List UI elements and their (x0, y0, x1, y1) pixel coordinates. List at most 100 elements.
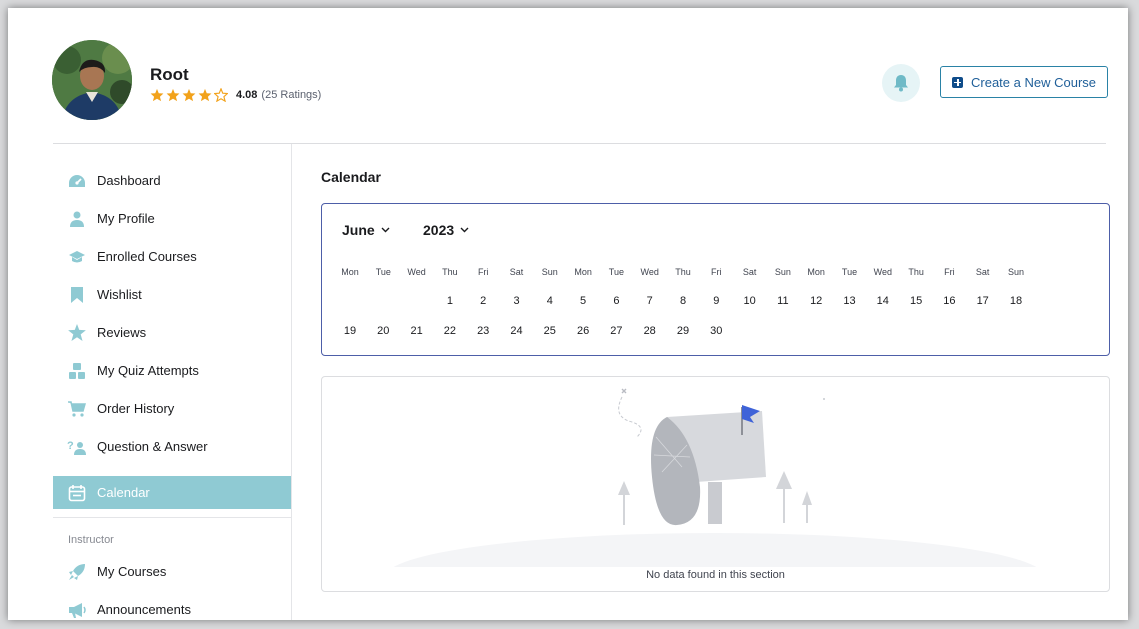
empty-state-message: No data found in this section (646, 569, 785, 581)
weekday-label: Mon (807, 267, 825, 277)
calendar-day[interactable]: 22 (435, 325, 465, 337)
plus-square-icon (952, 76, 963, 88)
calendar-day[interactable]: 9 (701, 295, 731, 307)
weekday-label: Sat (742, 267, 757, 277)
create-course-button[interactable]: Create a New Course (940, 66, 1108, 98)
weekday-label: Tue (375, 267, 391, 277)
calendar-day[interactable]: 10 (735, 295, 765, 307)
chevron-down-icon (381, 227, 390, 233)
page-title: Calendar (321, 169, 381, 185)
calendar-day[interactable]: 17 (968, 295, 998, 307)
calendar-day[interactable]: 20 (368, 325, 398, 337)
sidebar-item-enrolled-courses[interactable]: Enrolled Courses (53, 240, 291, 273)
calendar-day[interactable]: 12 (801, 295, 831, 307)
calendar-day[interactable]: 1 (435, 295, 465, 307)
sidebar: Dashboard My Profile Enrolled Courses Wi… (53, 144, 292, 620)
megaphone-icon (67, 600, 87, 620)
weekday-label: Thu (442, 267, 458, 277)
cart-icon (67, 399, 87, 419)
avatar[interactable] (52, 40, 132, 120)
calendar-day[interactable]: 14 (868, 295, 898, 307)
weekday-label: Sun (774, 267, 791, 277)
notification-button[interactable] (882, 64, 920, 102)
weekday-label: Fri (477, 267, 489, 277)
calendar-day[interactable]: 30 (701, 325, 731, 337)
calendar-widget: June 2023 Mon Tue Wed Thu Fri Sat Sun Mon Tue Wed… (321, 203, 1110, 356)
sidebar-item-dashboard[interactable]: Dashboard (53, 164, 291, 197)
calendar-day[interactable]: 24 (502, 325, 532, 337)
calendar-icon (67, 483, 87, 503)
calendar-day[interactable]: 23 (468, 325, 498, 337)
weekday-label: Sun (1007, 267, 1024, 277)
weekday-label: Mon (574, 267, 592, 277)
calendar-day[interactable]: 18 (1001, 295, 1031, 307)
sidebar-item-my-profile[interactable]: My Profile (53, 202, 291, 235)
weekday-label: Fri (711, 267, 722, 277)
star-filled-icon (150, 88, 164, 102)
weekday-label: Sat (975, 267, 990, 277)
sidebar-item-my-courses[interactable]: My Courses (53, 555, 291, 588)
sidebar-item-label: Order History (97, 401, 175, 416)
weekday-label: Wed (407, 267, 426, 277)
svg-text:?: ? (67, 440, 74, 452)
calendar-day[interactable]: 15 (901, 295, 931, 307)
empty-mailbox-illustration (393, 388, 1037, 567)
sidebar-item-label: Question & Answer (97, 439, 208, 454)
sidebar-item-reviews[interactable]: Reviews (53, 316, 291, 349)
calendar-day[interactable]: 6 (601, 295, 631, 307)
bookmark-icon (67, 285, 87, 305)
year-value: 2023 (423, 222, 455, 238)
sidebar-item-label: My Profile (97, 211, 155, 226)
sidebar-item-wishlist[interactable]: Wishlist (53, 278, 291, 311)
weekday-label: Tue (841, 267, 858, 277)
weekday-label: Wed (873, 267, 892, 277)
calendar-day[interactable]: 19 (335, 325, 365, 337)
weekday-label: Mon (341, 267, 359, 277)
calendar-day[interactable]: 29 (668, 325, 698, 337)
sidebar-item-order-history[interactable]: Order History (53, 392, 291, 425)
sidebar-item-question-answer[interactable]: ? Question & Answer (53, 430, 291, 463)
rating-value: 4.08 (236, 89, 258, 101)
calendar-day[interactable]: 27 (601, 325, 631, 337)
year-select[interactable]: 2023 (423, 222, 469, 238)
instructor-section-label: Instructor (68, 534, 114, 546)
calendar-day[interactable]: 8 (668, 295, 698, 307)
quiz-icon (67, 361, 87, 381)
user-rating: 4.08 (25 Ratings) (150, 88, 321, 102)
empty-state-panel: No data found in this section (321, 376, 1110, 592)
calendar-day[interactable]: 13 (835, 295, 865, 307)
sidebar-item-announcements[interactable]: Announcements (53, 593, 291, 620)
create-course-label: Create a New Course (971, 74, 1096, 90)
sidebar-item-quiz-attempts[interactable]: My Quiz Attempts (53, 354, 291, 387)
weekday-label: Sun (541, 267, 558, 277)
bell-icon (894, 75, 908, 92)
calendar-day[interactable]: 21 (402, 325, 432, 337)
calendar-day[interactable]: 5 (568, 295, 598, 307)
calendar-day[interactable]: 11 (768, 295, 798, 307)
weekday-label: Thu (908, 267, 924, 277)
user-name: Root (150, 65, 189, 84)
calendar-day[interactable]: 3 (502, 295, 532, 307)
calendar-day[interactable]: 25 (535, 325, 565, 337)
star-outline-icon (214, 88, 228, 102)
sidebar-item-label: My Courses (97, 564, 167, 579)
user-icon (67, 209, 87, 229)
sidebar-item-label: Announcements (97, 602, 191, 617)
calendar-day[interactable]: 16 (934, 295, 964, 307)
dashboard-icon (67, 171, 87, 191)
question-answer-icon: ? (67, 437, 87, 457)
sidebar-item-label: Enrolled Courses (97, 249, 197, 264)
sidebar-item-calendar[interactable]: Calendar (53, 476, 291, 509)
calendar-day[interactable]: 2 (468, 295, 498, 307)
month-select[interactable]: June (342, 222, 390, 238)
calendar-day[interactable]: 7 (635, 295, 665, 307)
sidebar-item-label: Reviews (97, 325, 147, 340)
star-filled-icon (198, 88, 212, 102)
calendar-day[interactable]: 4 (535, 295, 565, 307)
calendar-day[interactable]: 26 (568, 325, 598, 337)
sidebar-divider (53, 517, 291, 518)
rating-stars (150, 88, 228, 102)
dashboard-window: Root 4.08 (25 Ratings) Create a New Cour… (8, 8, 1128, 620)
graduation-cap-icon (67, 247, 87, 267)
calendar-day[interactable]: 28 (635, 325, 665, 337)
